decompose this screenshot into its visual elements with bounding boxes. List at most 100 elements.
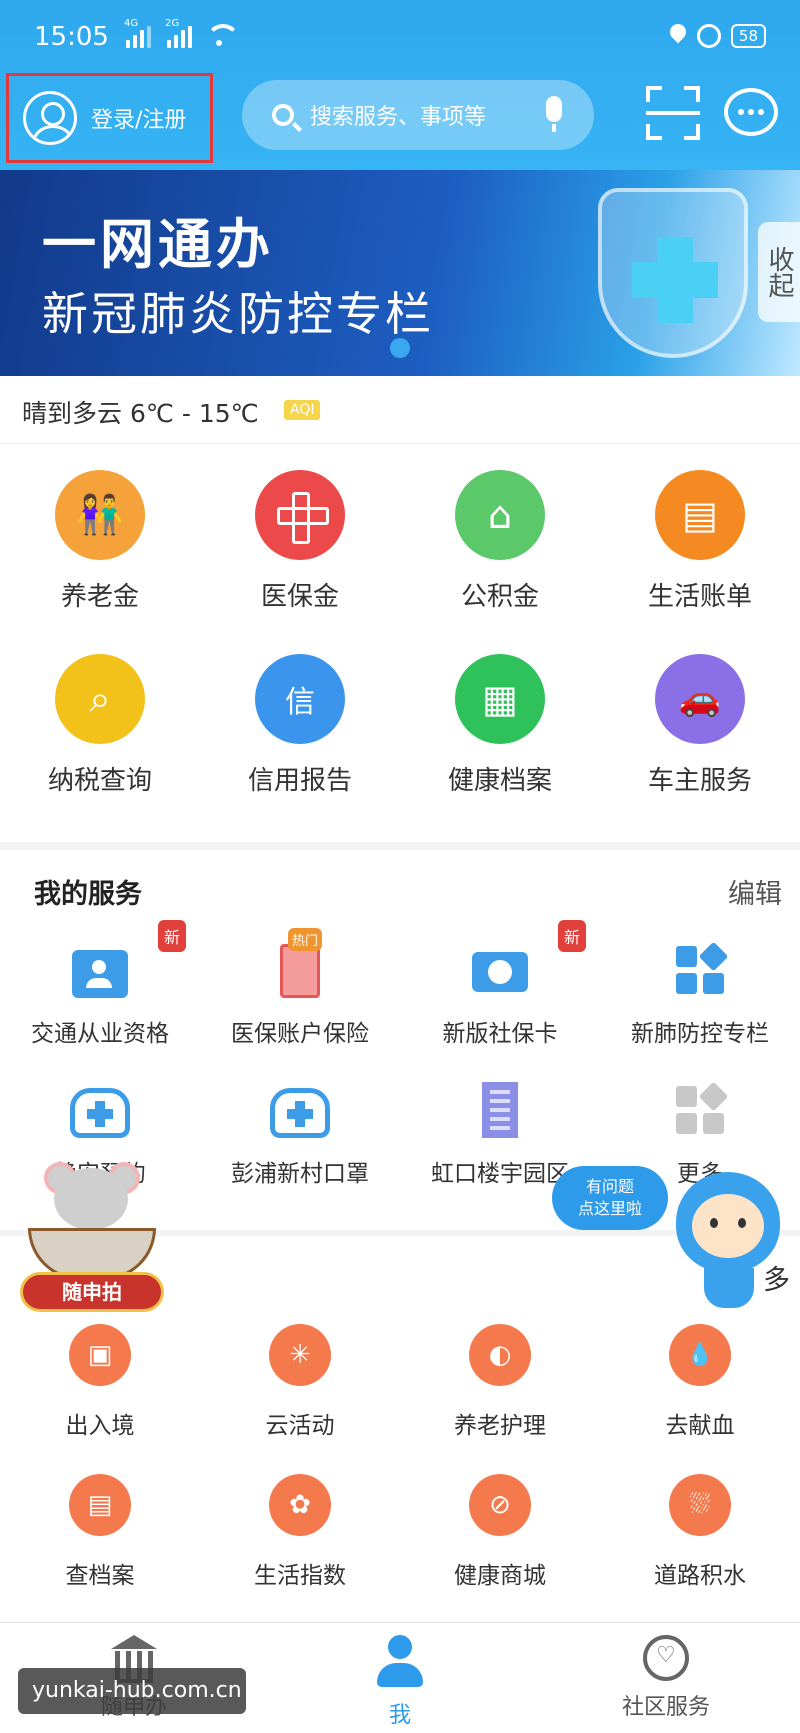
signal-4g-icon: 4G — [124, 18, 151, 48]
search-icon — [272, 104, 294, 126]
nav-me[interactable]: 我 — [300, 1635, 500, 1729]
nav-label: 社区服务 — [621, 1695, 710, 1720]
carousel-indicator[interactable] — [390, 338, 410, 358]
shield-cross-icon — [598, 188, 748, 358]
service-social-security-card[interactable]: 新版社保卡 新 — [400, 920, 600, 1048]
service-transport-qualification[interactable]: 交通从业资格 新 — [0, 920, 200, 1048]
mascot-eye — [738, 1218, 746, 1228]
tile-health-record[interactable]: ▦ 健康档案 — [400, 654, 600, 797]
collapse-button[interactable]: 收起 — [758, 222, 800, 322]
service-life-index[interactable]: ✿ 生活指数 — [200, 1474, 400, 1590]
tile-label: 信用报告 — [247, 766, 352, 796]
service-pneumonia-column[interactable]: 新肺防控专栏 — [600, 940, 800, 1048]
assistant-mascot[interactable] — [676, 1172, 782, 1312]
scan-icon[interactable] — [646, 86, 700, 140]
hot-badge: 热门 — [288, 928, 323, 951]
service-label: 云活动 — [265, 1413, 335, 1439]
login-label: 登录/注册 — [91, 108, 187, 133]
hospital-phone-icon — [270, 1080, 330, 1140]
passport-icon: ▣ — [69, 1324, 131, 1386]
service-blood-donation[interactable]: 💧 去献血 — [600, 1324, 800, 1440]
tile-car-owner[interactable]: 🚗 车主服务 — [600, 654, 800, 797]
status-right: 58 — [669, 24, 766, 48]
id-card-icon — [70, 940, 130, 1000]
tile-housing-fund[interactable]: ⌂ 公积金 — [400, 470, 600, 613]
new-badge: 新 — [558, 920, 587, 952]
suishenpai-label: 随申拍 — [20, 1272, 164, 1312]
location-icon — [669, 24, 687, 48]
search-bar[interactable]: 搜索服务、事项等 — [242, 80, 594, 150]
tile-credit-report[interactable]: 信 信用报告 — [200, 654, 400, 797]
tile-medical-insurance[interactable]: 医保金 — [200, 470, 400, 613]
clock: 15:05 — [34, 22, 109, 52]
banner-subtitle: 新冠肺炎防控专栏 — [42, 287, 434, 341]
service-road-water[interactable]: ⛆ 道路积水 — [600, 1474, 800, 1590]
service-cloud-activity[interactable]: ✳ 云活动 — [200, 1324, 400, 1440]
service-label: 健康商城 — [454, 1563, 546, 1589]
microphone-icon[interactable] — [546, 96, 562, 132]
help-bubble[interactable]: 有问题 点这里啦 — [552, 1166, 668, 1230]
rat-mascot-icon — [54, 1168, 128, 1230]
suishenpai-mascot[interactable]: 随申拍 — [20, 1162, 164, 1318]
road-water-icon: ⛆ — [669, 1474, 731, 1536]
sim1-label: 4G — [124, 18, 139, 29]
elderly-couple-icon: 👫 — [55, 470, 145, 560]
heart-location-icon — [643, 1635, 689, 1681]
service-label: 新版社保卡 — [442, 1021, 558, 1047]
sim2-label: 2G — [165, 18, 180, 29]
tile-tax-query[interactable]: ⌕ 纳税查询 — [0, 654, 200, 797]
health-record-icon: ▦ — [455, 654, 545, 744]
tile-label: 医保金 — [260, 582, 339, 612]
help-line-1: 有问题 — [585, 1177, 634, 1196]
life-index-icon: ✿ — [269, 1474, 331, 1536]
service-exit-entry[interactable]: ▣ 出入境 — [0, 1324, 200, 1440]
service-elder-care[interactable]: ◐ 养老护理 — [400, 1324, 600, 1440]
help-line-2: 点这里啦 — [577, 1199, 642, 1218]
status-bar: 15:05 4G 2G 58 — [34, 18, 766, 60]
service-label: 新肺防控专栏 — [631, 1021, 769, 1047]
aqi-badge: AQI — [284, 400, 321, 420]
top-header: 15:05 4G 2G 58 登录/注册 搜索服务、事项等 — [0, 0, 800, 170]
service-label: 去献血 — [665, 1413, 735, 1439]
weather-text: 晴到多云 6℃ - 15℃ — [22, 399, 259, 428]
building-icon — [470, 1080, 530, 1140]
service-pengpu-masks[interactable]: 彭浦新村口罩 — [200, 1080, 400, 1188]
archive-icon: ▤ — [69, 1474, 131, 1536]
service-health-mall[interactable]: ⊘ 健康商城 — [400, 1474, 600, 1590]
medical-cross-icon — [255, 470, 345, 560]
user-avatar-icon — [23, 91, 77, 145]
weather-bar[interactable]: 晴到多云 6℃ - 15℃ AQI — [0, 376, 800, 444]
banner-title: 一网通办 — [42, 213, 274, 276]
section-title: 我的服务 — [34, 879, 142, 910]
mascot-face — [692, 1194, 764, 1258]
tile-pension[interactable]: 👫 养老金 — [0, 470, 200, 613]
service-label: 生活指数 — [254, 1563, 346, 1589]
new-badge: 新 — [158, 920, 187, 952]
service-label: 交通从业资格 — [31, 1021, 169, 1047]
alarm-icon — [696, 24, 721, 48]
bill-icon: ▤ — [655, 470, 745, 560]
signal-2g-icon: 2G — [165, 18, 192, 48]
battery-icon: 58 — [730, 24, 766, 48]
service-archives[interactable]: ▤ 查档案 — [0, 1474, 200, 1590]
promo-banner[interactable]: 一网通办 新冠肺炎防控专栏 收起 — [0, 170, 800, 376]
elder-care-icon: ◐ — [469, 1324, 531, 1386]
service-label: 出入境 — [65, 1413, 135, 1439]
pill-icon: ⊘ — [469, 1474, 531, 1536]
service-medical-account-insurance[interactable]: 医保账户保险 热门 — [200, 928, 400, 1048]
tile-life-bill[interactable]: ▤ 生活账单 — [600, 470, 800, 613]
service-label: 养老护理 — [454, 1413, 546, 1439]
nav-community-services[interactable]: 社区服务 — [566, 1635, 766, 1721]
more-blocks-icon — [670, 1080, 730, 1140]
mascot-eye — [710, 1218, 718, 1228]
tile-label: 纳税查询 — [47, 766, 152, 796]
login-button[interactable]: 登录/注册 — [6, 73, 213, 163]
mascot-body — [704, 1268, 754, 1308]
pinwheel-icon: ✳ — [269, 1324, 331, 1386]
tile-label: 养老金 — [60, 582, 139, 612]
message-icon[interactable] — [724, 88, 778, 136]
nav-label: 我 — [388, 1703, 411, 1728]
service-label: 道路积水 — [654, 1563, 746, 1589]
assistant-mascot-icon — [676, 1172, 780, 1272]
edit-button[interactable]: 编辑 — [728, 872, 782, 911]
